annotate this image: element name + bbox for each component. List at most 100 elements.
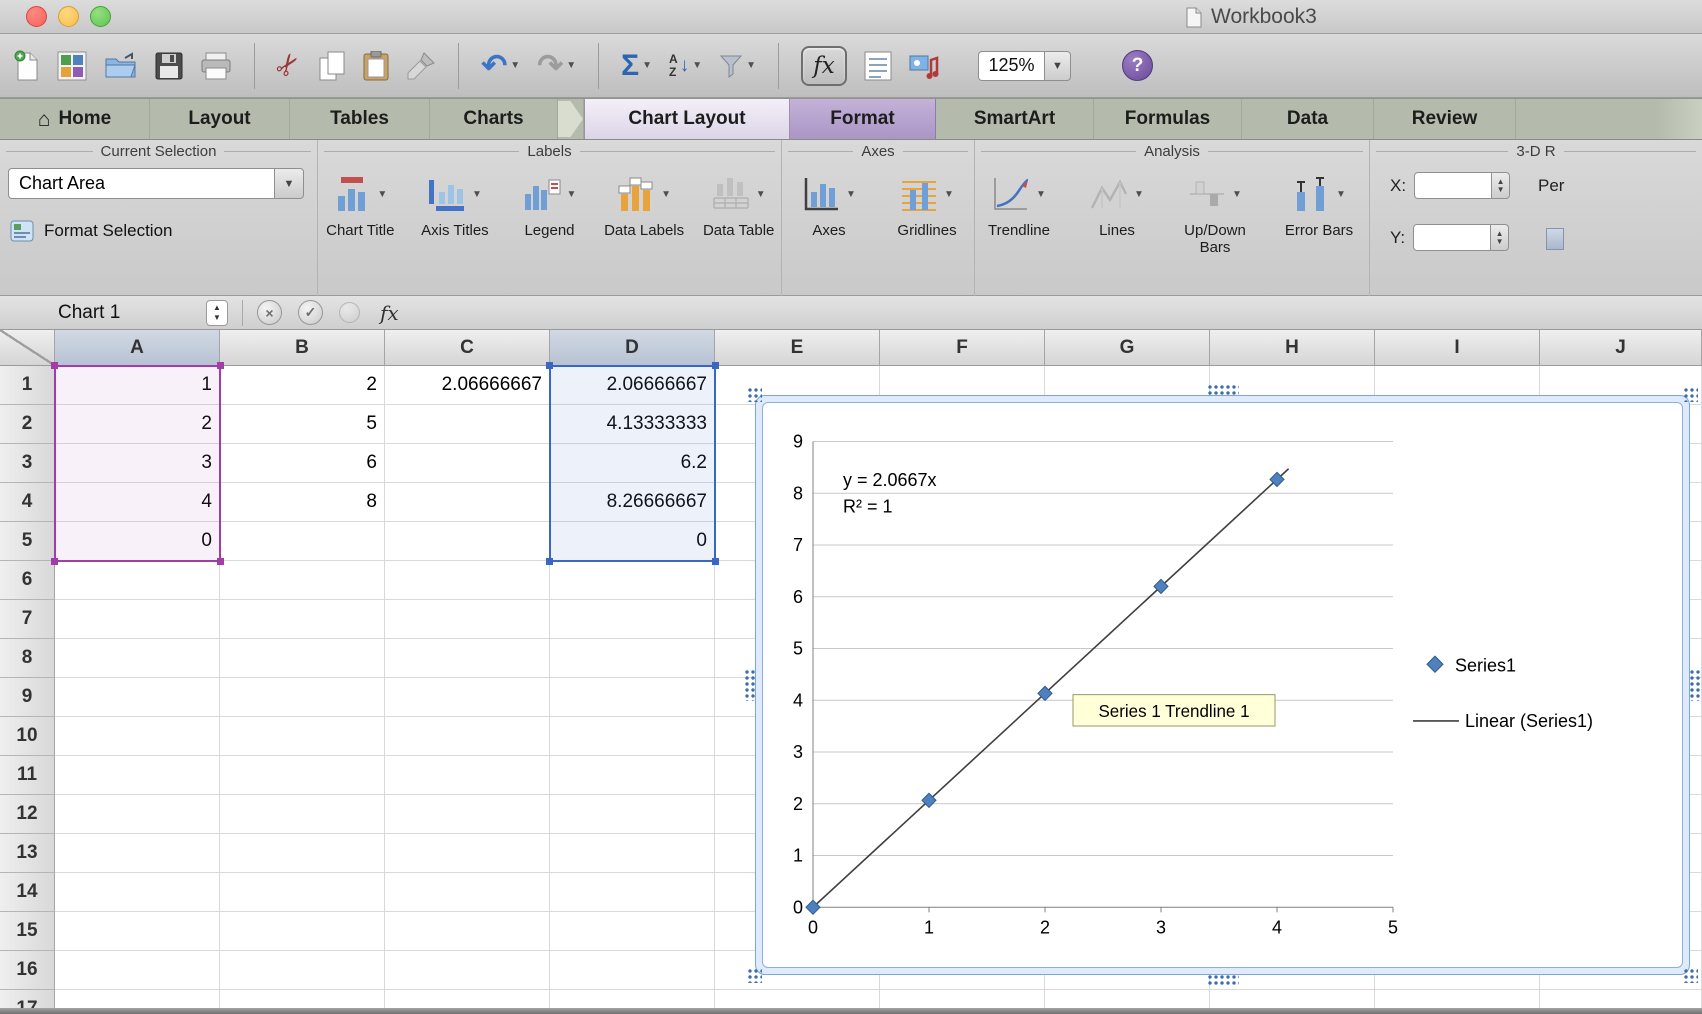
- cell-C8[interactable]: [385, 639, 550, 678]
- range-handle[interactable]: [217, 362, 224, 369]
- tab-smartart[interactable]: SmartArt: [936, 99, 1094, 139]
- row-header-5[interactable]: 5: [0, 522, 55, 561]
- row-header-10[interactable]: 10: [0, 717, 55, 756]
- chart-resize-handle[interactable]: [1683, 387, 1698, 402]
- data-table-button[interactable]: ▼ Data Table: [696, 168, 781, 239]
- lines-dropdown-icon[interactable]: ▼: [1134, 189, 1144, 200]
- chart-object[interactable]: 0 1 2 3 4 5 0 1 2 3 4 5 6 7 8 9 y = 2.0667x R² = 1 Series1…: [744, 384, 1701, 986]
- cell-D12[interactable]: [550, 795, 715, 834]
- cell-B16[interactable]: [220, 951, 385, 990]
- cell-A14[interactable]: [55, 873, 220, 912]
- cell-B12[interactable]: [220, 795, 385, 834]
- cell-B3[interactable]: 6: [220, 444, 385, 483]
- cell-B14[interactable]: [220, 873, 385, 912]
- cell-B2[interactable]: 5: [220, 405, 385, 444]
- tab-data[interactable]: Data: [1242, 99, 1374, 139]
- column-header-D[interactable]: D: [550, 330, 715, 366]
- cell-B6[interactable]: [220, 561, 385, 600]
- axes-button[interactable]: ▼ Axes: [785, 168, 873, 239]
- cell-C13[interactable]: [385, 834, 550, 873]
- cut-icon[interactable]: ✂: [269, 46, 309, 84]
- cell-A6[interactable]: [55, 561, 220, 600]
- legend-label-trendline[interactable]: Linear (Series1): [1465, 711, 1593, 731]
- autosum-dropdown-icon[interactable]: ▼: [642, 60, 652, 71]
- range-handle[interactable]: [546, 362, 553, 369]
- lines-button[interactable]: ▼ Lines: [1073, 168, 1161, 257]
- sort-dropdown-icon[interactable]: ▼: [692, 60, 702, 71]
- row-header-4[interactable]: 4: [0, 483, 55, 522]
- cell-A8[interactable]: [55, 639, 220, 678]
- cell-A16[interactable]: [55, 951, 220, 990]
- zoom-control[interactable]: 125% ▼: [978, 50, 1071, 81]
- redo-icon[interactable]: ↷ ▼: [537, 50, 576, 81]
- fx-icon[interactable]: fx: [380, 301, 399, 325]
- cell-B7[interactable]: [220, 600, 385, 639]
- help-button[interactable]: ?: [1122, 50, 1153, 81]
- range-handle[interactable]: [546, 558, 553, 565]
- media-browser-icon[interactable]: [909, 52, 939, 80]
- range-handle[interactable]: [712, 362, 719, 369]
- minimize-button[interactable]: [58, 6, 79, 27]
- tab-format[interactable]: Format: [790, 99, 936, 139]
- axes-dropdown-icon[interactable]: ▼: [846, 189, 856, 200]
- filter-icon[interactable]: ▼: [719, 54, 756, 78]
- cancel-button[interactable]: ×: [257, 300, 282, 325]
- scatter-chart[interactable]: 0 1 2 3 4 5 0 1 2 3 4 5 6 7 8 9 y = 2.0667x R² = 1 Series1…: [763, 403, 1682, 967]
- range-handle[interactable]: [51, 558, 58, 565]
- row-header-2[interactable]: 2: [0, 405, 55, 444]
- cell-D10[interactable]: [550, 717, 715, 756]
- rotation-y-input[interactable]: [1413, 224, 1492, 251]
- autosum-icon[interactable]: Σ ▼: [621, 50, 652, 81]
- tab-chart-layout[interactable]: Chart Layout: [584, 99, 790, 139]
- tab-layout[interactable]: Layout: [150, 99, 290, 139]
- cell-D6[interactable]: [550, 561, 715, 600]
- data-labels-button[interactable]: ▼ Data Labels: [602, 168, 687, 239]
- error-bars-dropdown-icon[interactable]: ▼: [1336, 189, 1346, 200]
- open-icon[interactable]: [104, 51, 138, 80]
- cell-D14[interactable]: [550, 873, 715, 912]
- name-box[interactable]: Chart 1: [58, 302, 190, 324]
- chart-title-dropdown-icon[interactable]: ▼: [377, 189, 387, 200]
- close-button[interactable]: [26, 6, 47, 27]
- column-header-I[interactable]: I: [1375, 330, 1540, 366]
- cell-C4[interactable]: [385, 483, 550, 522]
- cell-A15[interactable]: [55, 912, 220, 951]
- cell-A11[interactable]: [55, 756, 220, 795]
- rotation-x-input[interactable]: [1414, 172, 1493, 199]
- tab-home[interactable]: ⌂ Home: [0, 99, 150, 139]
- cell-B10[interactable]: [220, 717, 385, 756]
- cell-C2[interactable]: [385, 405, 550, 444]
- cell-D7[interactable]: [550, 600, 715, 639]
- cell-C11[interactable]: [385, 756, 550, 795]
- show-sheet-icon[interactable]: [864, 51, 892, 81]
- workbook-gallery-icon[interactable]: [57, 51, 87, 81]
- chart-area-dropdown-icon[interactable]: ▼: [274, 168, 304, 199]
- tab-tables[interactable]: Tables: [290, 99, 430, 139]
- cell-A7[interactable]: [55, 600, 220, 639]
- chart-resize-handle[interactable]: [747, 968, 762, 983]
- range-handle[interactable]: [217, 558, 224, 565]
- cell-D16[interactable]: [550, 951, 715, 990]
- formula-builder-icon[interactable]: fx: [801, 45, 847, 86]
- sort-icon[interactable]: AZ ↓ ▼: [669, 53, 702, 78]
- name-box-stepper[interactable]: ▲ ▼: [206, 299, 228, 326]
- row-header-1[interactable]: 1: [0, 366, 55, 405]
- chart-resize-handle[interactable]: [747, 387, 762, 402]
- save-icon[interactable]: [155, 52, 183, 80]
- rotation-x-stepper[interactable]: ▲ ▼: [1492, 172, 1511, 199]
- tab-review[interactable]: Review: [1374, 99, 1516, 139]
- new-workbook-icon[interactable]: [14, 50, 40, 82]
- cell-C15[interactable]: [385, 912, 550, 951]
- redo-dropdown-icon[interactable]: ▼: [566, 60, 576, 71]
- axis-titles-dropdown-icon[interactable]: ▼: [472, 189, 482, 200]
- chart-resize-handle[interactable]: [1206, 974, 1239, 986]
- trendline-button[interactable]: ▼ Trendline: [975, 168, 1063, 257]
- chart-title-button[interactable]: ▼ Chart Title: [318, 168, 403, 239]
- cell-B8[interactable]: [220, 639, 385, 678]
- row-header-11[interactable]: 11: [0, 756, 55, 795]
- cell-B4[interactable]: 8: [220, 483, 385, 522]
- range-handle[interactable]: [51, 362, 58, 369]
- cell-B15[interactable]: [220, 912, 385, 951]
- cell-C7[interactable]: [385, 600, 550, 639]
- zoom-window-button[interactable]: [90, 6, 111, 27]
